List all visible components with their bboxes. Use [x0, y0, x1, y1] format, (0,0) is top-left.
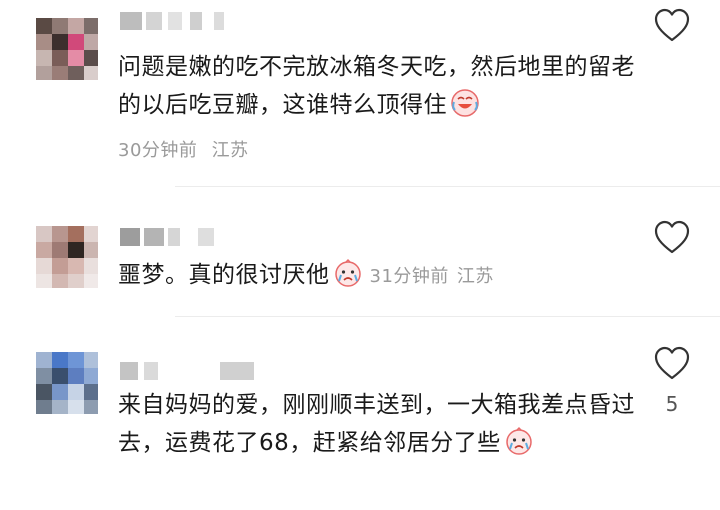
crying-laughing-emoji [450, 88, 480, 118]
like-button[interactable] [652, 218, 692, 258]
comment-location: 江苏 [456, 266, 494, 287]
heart-outline-icon [654, 8, 690, 42]
comment-item: 来自妈妈的爱，刚刚顺丰送到，一大箱我差点昏过去，运费花了68，赶紧给邻居分了些 … [0, 330, 720, 510]
comment-time: 30分钟前 [118, 140, 198, 161]
username-pixelated[interactable] [120, 228, 230, 246]
avatar[interactable] [36, 226, 98, 288]
comment-text: 来自妈妈的爱，刚刚顺丰送到，一大箱我差点昏过去，运费花了68，赶紧给邻居分了些 [118, 386, 638, 462]
heart-outline-icon [654, 220, 690, 254]
comment-body: 问题是嫩的吃不完放冰箱冬天吃，然后地里的留老的以后吃豆瓣，这谁特么顶得住 [118, 54, 635, 118]
divider [175, 186, 720, 187]
avatar[interactable] [36, 352, 98, 414]
like-count: 5 [665, 392, 679, 416]
username-pixelated[interactable] [120, 12, 230, 30]
comment-body: 来自妈妈的爱，刚刚顺丰送到，一大箱我差点昏过去，运费花了68，赶紧给邻居分了些 [118, 392, 635, 456]
divider [175, 316, 720, 317]
comment-text: 问题是嫩的吃不完放冰箱冬天吃，然后地里的留老的以后吃豆瓣，这谁特么顶得住 [118, 48, 638, 124]
heart-outline-icon [654, 346, 690, 380]
like-button[interactable] [652, 6, 692, 46]
comment-location: 江苏 [211, 140, 249, 161]
like-button[interactable] [652, 344, 692, 384]
comment-meta: 30分钟前 江苏 [118, 136, 249, 162]
crying-face-emoji [333, 258, 363, 288]
comment-text: 噩梦。真的很讨厌他 31分钟前 江苏 [118, 256, 638, 296]
crying-face-emoji [504, 426, 534, 456]
username-pixelated[interactable] [120, 362, 270, 380]
comment-item: 噩梦。真的很讨厌他 31分钟前 江苏 [0, 190, 720, 330]
comment-body: 噩梦。真的很讨厌他 [118, 262, 330, 288]
comment-time: 31分钟前 [369, 266, 449, 287]
avatar[interactable] [36, 18, 98, 80]
comment-item: 问题是嫩的吃不完放冰箱冬天吃，然后地里的留老的以后吃豆瓣，这谁特么顶得住 30分… [0, 0, 720, 190]
